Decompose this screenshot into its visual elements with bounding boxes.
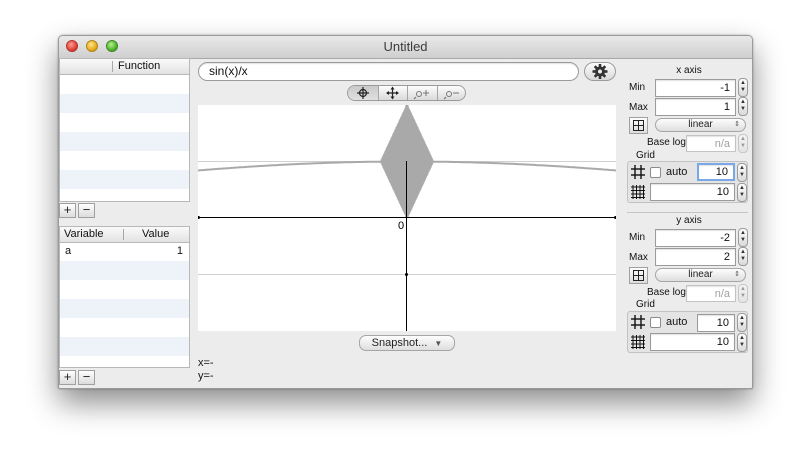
x-min-field[interactable]: -1 [655, 79, 736, 97]
variables-table[interactable]: Variable Value a 1 [59, 226, 190, 368]
y-grid-toggle[interactable] [629, 267, 648, 284]
minor-grid-icon [631, 185, 645, 199]
zoom-in-mode-button[interactable] [408, 86, 438, 100]
y-grid-group: auto 10 ▲ ▼ 10 ▲ ▼ [627, 311, 748, 353]
y-grid-label: Grid [636, 299, 655, 310]
y-minor-stepper[interactable]: ▲ ▼ [737, 333, 747, 352]
axis-tick [197, 216, 200, 219]
move-icon [386, 86, 399, 100]
crosshair-icon [357, 87, 369, 99]
variable-value-cell: 1 [176, 245, 183, 257]
x-grid-label: Grid [636, 150, 655, 161]
y-scale-select[interactable]: linear ⇕ [655, 268, 746, 282]
y-major-div-field[interactable]: 10 [697, 314, 735, 332]
expression-input[interactable]: sin(x)/x [198, 62, 579, 81]
function-list-header: Function [60, 59, 189, 75]
x-max-stepper[interactable]: ▲ ▼ [738, 97, 748, 116]
add-variable-button[interactable]: + [59, 370, 76, 385]
table-row[interactable]: a 1 [60, 244, 189, 260]
major-grid-icon [631, 315, 645, 329]
x-major-stepper[interactable]: ▲ ▼ [737, 163, 747, 182]
x-auto-label: auto [666, 166, 688, 178]
zoom-out-mode-button[interactable] [438, 86, 465, 100]
function-list[interactable]: Function [59, 58, 190, 202]
zoom-in-icon [413, 90, 429, 100]
y-base-stepper[interactable]: ▲ ▼ [738, 284, 748, 303]
x-min-stepper[interactable]: ▲ ▼ [738, 78, 748, 97]
x-scale-value: linear [688, 119, 713, 130]
variable-name-cell: a [65, 245, 72, 257]
x-max-label: Max [629, 102, 648, 113]
y-min-label: Min [629, 232, 646, 243]
x-max-field[interactable]: 1 [655, 98, 736, 116]
settings-button[interactable] [584, 62, 616, 81]
y-max-field[interactable]: 2 [655, 248, 736, 266]
add-function-button[interactable]: + [59, 203, 76, 218]
y-max-stepper[interactable]: ▲ ▼ [738, 247, 748, 266]
grid-icon [633, 270, 644, 281]
x-readout: x=- [198, 357, 214, 369]
function-column-header[interactable]: Function [118, 60, 160, 72]
x-base-stepper[interactable]: ▲ ▼ [738, 134, 748, 153]
move-mode-button[interactable] [378, 86, 408, 100]
y-base-field[interactable]: n/a [686, 285, 736, 302]
x-grid-group: auto 10 ▲ ▼ 10 ▲ ▼ [627, 161, 748, 203]
chevron-updown-icon: ⇕ [734, 271, 740, 278]
window-title: Untitled [383, 39, 428, 54]
minor-grid-icon [631, 335, 645, 349]
major-grid-icon [631, 165, 645, 179]
variables-header: Variable Value [60, 227, 189, 243]
x-grid-toggle[interactable] [629, 117, 648, 134]
y-axis-title: y axis [676, 215, 702, 226]
x-minor-stepper[interactable]: ▲ ▼ [737, 183, 747, 202]
remove-variable-button[interactable]: − [78, 370, 95, 385]
snapshot-label: Snapshot... [371, 337, 428, 349]
y-max-label: Max [629, 252, 648, 263]
main-window: Untitled Function + − Variable Value a 1… [58, 35, 753, 389]
x-minor-div-field[interactable]: 10 [650, 183, 735, 201]
chevron-down-icon: ▼ [434, 339, 443, 348]
y-min-stepper[interactable]: ▲ ▼ [738, 228, 748, 247]
y-minor-div-field[interactable]: 10 [650, 333, 735, 351]
x-axis-title: x axis [676, 65, 702, 76]
y-auto-checkbox[interactable] [650, 317, 661, 328]
y-min-field[interactable]: -2 [655, 229, 736, 247]
axis-separator [627, 212, 748, 213]
y-readout: y=- [198, 370, 214, 382]
y-base-label: Base log. [647, 287, 689, 298]
plot-canvas: 0 [197, 104, 617, 331]
grid-icon [633, 120, 644, 131]
plot-area[interactable]: 0 [197, 104, 617, 331]
crosshair-mode-button[interactable] [348, 86, 379, 100]
value-column-header[interactable]: Value [142, 228, 169, 240]
variable-column-header[interactable]: Variable [64, 228, 104, 240]
x-auto-checkbox[interactable] [650, 167, 661, 178]
axis-tick [614, 216, 617, 219]
remove-function-button[interactable]: − [78, 203, 95, 218]
axis-tick [405, 273, 408, 276]
zoom-out-icon [443, 91, 459, 100]
y-major-stepper[interactable]: ▲ ▼ [737, 313, 747, 332]
mode-toolbar [347, 85, 466, 101]
chevron-updown-icon: ⇕ [734, 121, 740, 128]
x-major-div-field[interactable]: 10 [697, 163, 735, 181]
origin-label: 0 [398, 220, 404, 232]
snapshot-button[interactable]: Snapshot... ▼ [359, 335, 455, 351]
y-auto-label: auto [666, 316, 688, 328]
x-scale-select[interactable]: linear ⇕ [655, 118, 746, 132]
x-min-label: Min [629, 82, 646, 93]
x-base-field[interactable]: n/a [686, 135, 736, 152]
y-scale-value: linear [688, 269, 713, 280]
gear-icon [592, 64, 608, 79]
title-bar: Untitled [59, 36, 752, 59]
x-base-label: Base log. [647, 137, 689, 148]
